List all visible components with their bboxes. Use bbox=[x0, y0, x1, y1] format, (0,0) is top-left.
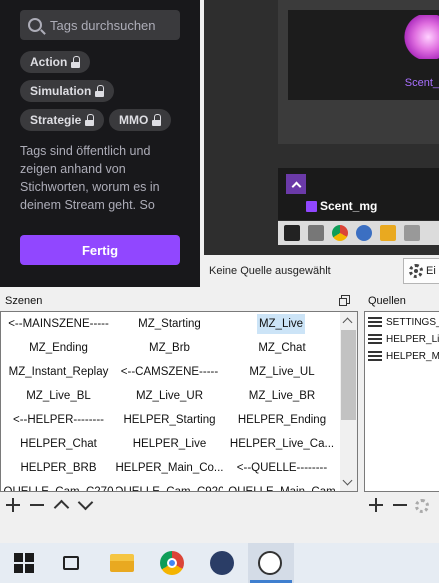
properties-button[interactable]: Ei bbox=[403, 258, 439, 284]
windows-start-icon[interactable] bbox=[12, 551, 36, 575]
lock-icon bbox=[71, 56, 81, 68]
scene-item[interactable]: HELPER_Starting bbox=[116, 410, 223, 430]
tag-action[interactable]: Action bbox=[20, 51, 91, 73]
scene-item[interactable]: MZ_Live_BR bbox=[223, 386, 341, 406]
sources-toolbar bbox=[367, 493, 429, 517]
scene-source-icon bbox=[368, 350, 382, 362]
lock-icon bbox=[85, 114, 95, 126]
scene-item[interactable]: <--MAINSZENE----- bbox=[1, 314, 116, 334]
tag-label: Simulation bbox=[30, 84, 92, 98]
add-source-button[interactable] bbox=[367, 496, 385, 514]
move-scene-down-button[interactable] bbox=[76, 496, 94, 514]
chrome-icon[interactable] bbox=[160, 551, 184, 575]
tag-search-input[interactable] bbox=[50, 17, 170, 33]
no-source-label: Keine Quelle ausgewählt bbox=[209, 265, 331, 277]
preview-taskbar bbox=[278, 221, 439, 245]
source-item[interactable]: SETTINGS_ bbox=[368, 315, 439, 329]
scene-item[interactable]: MZ_Live_BL bbox=[1, 386, 116, 406]
tag-label: MMO bbox=[119, 113, 149, 127]
scene-item[interactable]: HELPER_Main_Co... bbox=[116, 458, 223, 478]
scene-item[interactable]: <--QUELLE-------- bbox=[223, 458, 341, 478]
tag-mmo[interactable]: MMO bbox=[109, 109, 172, 131]
source-label: HELPER_Li bbox=[386, 333, 439, 345]
tag-strategie[interactable]: Strategie bbox=[20, 109, 105, 131]
scene-source-icon bbox=[368, 333, 382, 345]
twitch-icon bbox=[306, 201, 317, 212]
scene-item[interactable]: <--HELPER-------- bbox=[1, 410, 116, 430]
remove-scene-button[interactable] bbox=[28, 496, 46, 514]
chrome-icon bbox=[332, 225, 348, 241]
scenes-scrollbar[interactable] bbox=[340, 312, 357, 491]
scene-item[interactable]: MZ_Live_UL bbox=[223, 362, 341, 382]
scene-item[interactable]: MZ_Live_UR bbox=[116, 386, 223, 406]
source-item[interactable]: HELPER_Li bbox=[368, 332, 439, 346]
tags-info-text: Tags sind öffentlich und zeigen anhand v… bbox=[20, 144, 160, 212]
move-scene-up-button[interactable] bbox=[52, 496, 70, 514]
properties-label: Ei bbox=[426, 265, 436, 277]
channel-name: Scent_mg bbox=[320, 199, 378, 213]
task-view-icon[interactable] bbox=[60, 551, 84, 575]
remove-source-button[interactable] bbox=[391, 496, 409, 514]
obs-icon[interactable] bbox=[258, 551, 282, 575]
sources-list[interactable]: SETTINGS_ HELPER_Li HELPER_M bbox=[364, 311, 439, 492]
done-button[interactable]: Fertig bbox=[20, 235, 180, 265]
source-properties-icon[interactable] bbox=[415, 499, 429, 513]
scene-item[interactable]: MZ_Brb bbox=[116, 338, 223, 358]
lock-icon bbox=[152, 114, 162, 126]
undock-icon[interactable] bbox=[339, 295, 350, 306]
scene-item[interactable]: MZ_Ending bbox=[1, 338, 116, 358]
chevron-up-icon bbox=[286, 174, 306, 194]
folder-icon bbox=[380, 225, 396, 241]
scene-item[interactable]: QUELLE_Main_Cam bbox=[223, 482, 341, 491]
source-label: SETTINGS_ bbox=[386, 316, 439, 328]
source-label: HELPER_M bbox=[386, 350, 439, 362]
source-toolbar: Keine Quelle ausgewählt Ei bbox=[204, 256, 439, 286]
scroll-up-icon[interactable] bbox=[342, 317, 353, 328]
scenes-title: Szenen bbox=[5, 295, 43, 307]
search-icon bbox=[28, 18, 42, 32]
lock-icon bbox=[95, 85, 105, 97]
scene-item-selected[interactable]: MZ_Live bbox=[257, 314, 305, 334]
windows-icon bbox=[284, 225, 300, 241]
tag-search-box[interactable] bbox=[20, 10, 180, 40]
scene-item[interactable]: MZ_Instant_Replay bbox=[1, 362, 116, 382]
screen: Action Simulation Strategie MMO Tags sin… bbox=[0, 0, 439, 583]
app-icon bbox=[356, 225, 372, 241]
add-scene-button[interactable] bbox=[4, 496, 22, 514]
scene-item[interactable]: HELPER_BRB bbox=[1, 458, 116, 478]
scenes-list[interactable]: <--MAINSZENE----- MZ_Starting MZ_Live MZ… bbox=[0, 311, 358, 492]
scene-item[interactable]: MZ_Starting bbox=[116, 314, 223, 334]
scene-item[interactable]: HELPER_Live_Ca... bbox=[223, 434, 341, 454]
scene-item[interactable]: HELPER_Live bbox=[116, 434, 223, 454]
settings-icon bbox=[404, 225, 420, 241]
twitch-tags-panel: Action Simulation Strategie MMO Tags sin… bbox=[0, 0, 200, 287]
scene-item[interactable]: HELPER_Chat bbox=[1, 434, 116, 454]
scene-item[interactable]: QUELLE_Cam_C270 bbox=[1, 482, 116, 491]
tag-label: Action bbox=[30, 55, 68, 69]
tag-label: Strategie bbox=[30, 113, 82, 127]
scene-item[interactable]: QUELLE_Cam_C920 bbox=[116, 482, 223, 491]
sources-title: Quellen bbox=[368, 295, 406, 307]
preview-canvas[interactable]: Scent_ Scent_mg bbox=[204, 0, 439, 255]
scene-item[interactable]: MZ_Chat bbox=[223, 338, 341, 358]
gear-icon bbox=[409, 264, 423, 278]
scene-item[interactable]: HELPER_Ending bbox=[223, 410, 341, 430]
scenes-toolbar bbox=[4, 493, 94, 517]
scene-source-icon bbox=[368, 316, 382, 328]
scene-item[interactable]: <--CAMSZENE----- bbox=[116, 362, 223, 382]
file-explorer-icon[interactable] bbox=[110, 554, 134, 572]
logo-splash bbox=[403, 15, 439, 59]
scroll-down-icon[interactable] bbox=[342, 475, 353, 486]
overlay-name: Scent_ bbox=[404, 77, 439, 89]
windows-taskbar bbox=[0, 543, 439, 583]
source-item[interactable]: HELPER_M bbox=[368, 349, 439, 363]
scroll-thumb[interactable] bbox=[341, 330, 356, 420]
tag-simulation[interactable]: Simulation bbox=[20, 80, 115, 102]
keypad-app-icon[interactable] bbox=[210, 551, 234, 575]
task-view-icon bbox=[308, 225, 324, 241]
